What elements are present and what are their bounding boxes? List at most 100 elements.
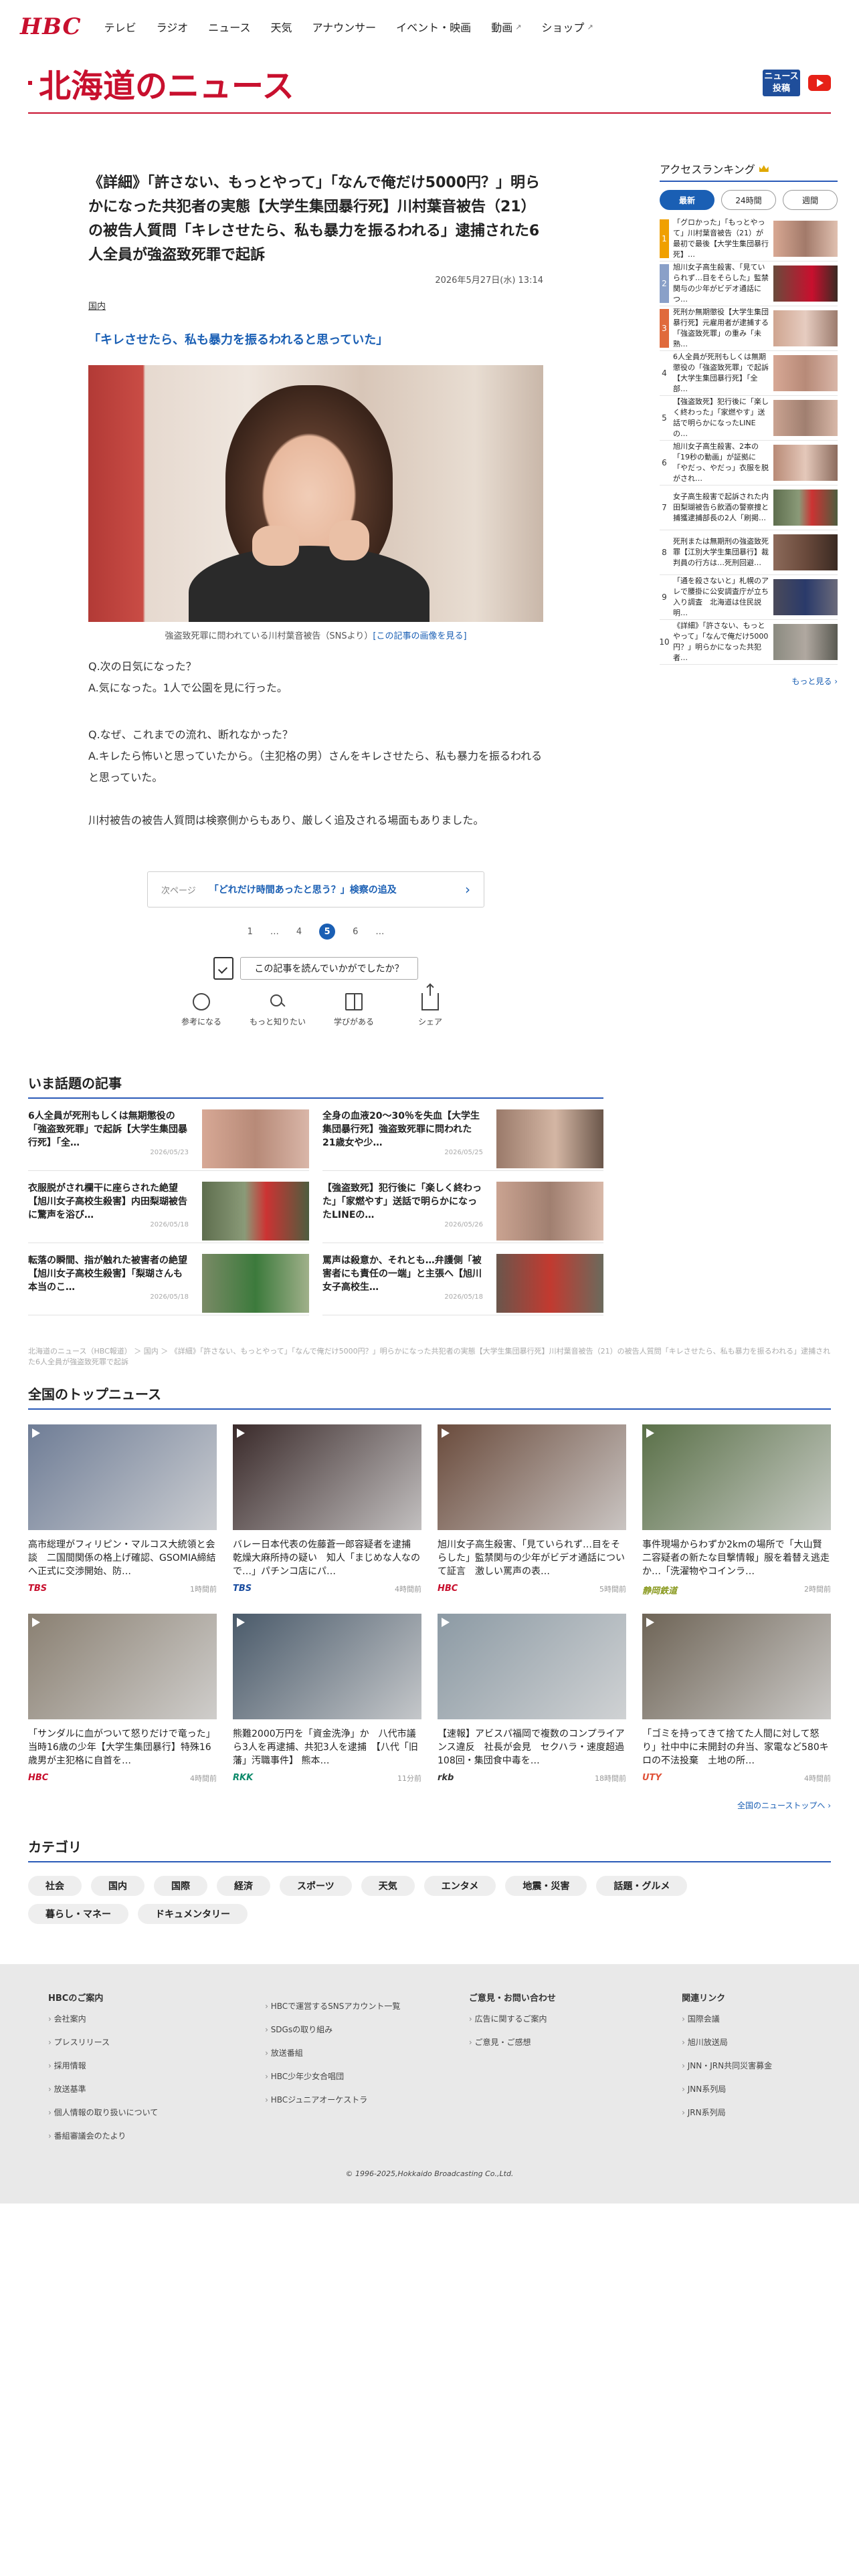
trending-item[interactable]: 6人全員が死刑もしくは無期懲役の「強盗致死罪」で起訴【大学生集団暴行死】「全… 2… bbox=[28, 1099, 309, 1171]
youtube-icon[interactable] bbox=[808, 75, 831, 91]
next-page-button[interactable]: 次ページ 「どれだけ時間あったと思う？」検察の追及 › bbox=[147, 871, 484, 907]
lightbulb-icon bbox=[193, 993, 210, 1010]
footer-link[interactable]: SDGsの取り組み bbox=[265, 2024, 469, 2035]
ranking-item[interactable]: 1 「グロかった」「もっとやって」川村葉音被告（21）が最初で最後【大学生集団暴行… bbox=[660, 217, 838, 261]
category-chip[interactable]: 天気 bbox=[361, 1876, 415, 1896]
page-header: 北海道のニュース ニュース投稿 bbox=[28, 53, 831, 114]
footer-link[interactable]: JRN系列局 bbox=[682, 2107, 811, 2118]
ranking-item[interactable]: 9 「通を殺さないと」札幌のアレで腰掛に公安調査庁が立ち入り調査 北海道は住民説明… bbox=[660, 575, 838, 620]
publish-date: 2026年5月27日(水) 13:14 bbox=[435, 276, 543, 286]
footer-link[interactable]: HBCで運営するSNSアカウント一覧 bbox=[265, 2000, 469, 2012]
trending-item[interactable]: 衣服脱がされ欄干に座らされた絶望【旭川女子高校生殺害】内田梨瑚被告に驚声を浴び…… bbox=[28, 1171, 309, 1243]
news-card[interactable]: 旭川女子高生殺害、「見ていられず…目をそらした」監禁関与の少年がビデオ通話につい… bbox=[438, 1424, 626, 1596]
page-link[interactable]: 1 bbox=[248, 927, 253, 937]
category-chip[interactable]: 地震・災害 bbox=[505, 1876, 587, 1896]
trending-item[interactable]: 転落の瞬間、指が触れた被害者の絶望【旭川女子高校生殺害】「梨瑚さんも本当のこ… 2… bbox=[28, 1243, 309, 1315]
ranking-item[interactable]: 5 【強盗致死】犯行後に「楽しく終わった」「家燃やす」送話で明らかになったLINE… bbox=[660, 396, 838, 441]
trending-item[interactable]: 全身の血液20～30％を失血【大学生集団暴行死】強盗致死罪に問われた21歳女や少… bbox=[322, 1099, 603, 1171]
reaction-learn-button[interactable]: 学びがある bbox=[326, 993, 382, 1027]
category-list: 社会 国内 国際 経済 スポーツ 天気 エンタメ 地震・災害 話題・グルメ暮らし・マネー ドキュメ… bbox=[28, 1876, 697, 1924]
ranking-item[interactable]: 6 旭川女子高生殺害、2本の「19秒の動画」が証拠に「やだっ、やだっ」衣服を脱がさ… bbox=[660, 441, 838, 486]
news-card[interactable]: 高市総理がフィリピン・マルコス大統領と会談 二国間関係の格上げ確認、GSOMIA… bbox=[28, 1424, 217, 1596]
nav-item-video[interactable]: 動画 ↗ bbox=[491, 19, 521, 35]
footer-link[interactable]: 広告に関するご案内 bbox=[469, 2013, 682, 2024]
ranking-item[interactable]: 8 死刑または無期刑の強盗致死罪【江別大学生集団暴行】裁判員の行方は…死刑回避… bbox=[660, 530, 838, 575]
news-card[interactable]: 「サンダルに血がついて怒りだけで竜った」当時16歳の少年【大学生集団暴行】特殊1… bbox=[28, 1614, 217, 1784]
category-chip[interactable]: 国内 bbox=[91, 1876, 145, 1896]
news-card[interactable]: 【速報】アビスパ福岡で複数のコンプライアンス違反 社長が会見 セクハラ・速度超過… bbox=[438, 1614, 626, 1784]
trending-item[interactable]: 罵声は殺意か、それとも…弁護側「被害者にも責任の一端」と主張へ【旭川女子高校生…… bbox=[322, 1243, 603, 1315]
view-images-link[interactable]: [この記事の画像を見る] bbox=[373, 631, 466, 641]
news-card-meta: RKK 11分前 bbox=[233, 1773, 421, 1784]
footer-link[interactable]: HBCジュニアオーケストラ bbox=[265, 2094, 469, 2105]
category-chip[interactable]: 経済 bbox=[217, 1876, 270, 1896]
footer-link[interactable]: JNN系列局 bbox=[682, 2083, 811, 2095]
nav-item-shop[interactable]: ショップ ↗ bbox=[541, 19, 593, 35]
footer-link[interactable]: HBC少年少女合唱団 bbox=[265, 2070, 469, 2082]
nav-item-announcer[interactable]: アナウンサー bbox=[312, 19, 376, 35]
footer-link[interactable]: 旭川放送局 bbox=[682, 2036, 811, 2048]
footer-link[interactable]: 番組審議会のたより bbox=[48, 2130, 265, 2141]
footer-link[interactable]: 個人情報の取り扱いについて bbox=[48, 2107, 265, 2118]
nav-item-news[interactable]: ニュース bbox=[208, 19, 250, 35]
nav-item-weather[interactable]: 天気 bbox=[270, 19, 292, 35]
news-submit-button[interactable]: ニュース投稿 bbox=[763, 70, 800, 96]
national-more-link[interactable]: 全国のニューストップへ › bbox=[28, 1800, 831, 1811]
ranking-item[interactable]: 10 《詳細》「許さない、もっとやって」「なんで俺だけ5000円？」明らかになった… bbox=[659, 620, 838, 665]
news-card[interactable]: 事件現場からわずか2kmの場所で「大山賢二容疑者の新たな目撃情報」服を着替え逃走… bbox=[642, 1424, 831, 1596]
reaction-helpful-button[interactable]: 参考になる bbox=[173, 993, 229, 1027]
page-ellipsis: … bbox=[375, 926, 385, 937]
category-chip[interactable]: 暮らし・マネー bbox=[28, 1904, 128, 1924]
category-chip[interactable]: ドキュメンタリー bbox=[138, 1904, 248, 1924]
tab-weekly[interactable]: 週間 bbox=[783, 190, 838, 210]
category-chip[interactable]: 話題・グルメ bbox=[596, 1876, 688, 1896]
article-category[interactable]: 国内 bbox=[88, 299, 543, 312]
tab-24h[interactable]: 24時間 bbox=[721, 190, 776, 210]
footer-link[interactable]: プレスリリース bbox=[48, 2036, 265, 2048]
site-title[interactable]: 北海道のニュース bbox=[28, 60, 294, 106]
footer-link[interactable]: ご意見・ご感想 bbox=[469, 2036, 682, 2048]
news-source: UTY bbox=[642, 1773, 662, 1783]
footer-link[interactable]: 会社案内 bbox=[48, 2013, 265, 2024]
footer-link[interactable]: 国際会議 bbox=[682, 2013, 811, 2024]
category-chip[interactable]: 国際 bbox=[154, 1876, 207, 1896]
article-subheading: 「キレさせたら、私も暴力を振るわれると思っていた」 bbox=[88, 333, 389, 347]
nav-item-events[interactable]: イベント・映画 bbox=[396, 19, 471, 35]
hbc-logo[interactable]: HBC bbox=[20, 13, 82, 40]
category-chip[interactable]: 社会 bbox=[28, 1876, 82, 1896]
ranking-item[interactable]: 4 6人全員が死刑もしくは無期懲役の「強盗致死罪」で起訴【大学生集団暴行死】「全部… bbox=[660, 351, 838, 396]
footer-link[interactable]: 放送番組 bbox=[265, 2047, 469, 2058]
tab-latest[interactable]: 最新 bbox=[660, 190, 714, 210]
ranking-item-title: 《詳細》「許さない、もっとやって」「なんで俺だけ5000円？」明らかになった共犯… bbox=[673, 621, 769, 662]
footer-link[interactable]: JNN・JRN共同災害募金 bbox=[682, 2060, 811, 2071]
ranking-item[interactable]: 3 死刑か無期懲役【大学生集団暴行死】元雇用者が逮捕する「強盗致死罪」の重み「未熟… bbox=[660, 306, 838, 351]
ranking-more-link[interactable]: もっと見る › bbox=[660, 675, 838, 687]
page-link[interactable]: 4 bbox=[296, 927, 302, 937]
article-title: 《詳細》「許さない、もっとやって」「なんで俺だけ5000円？」明らかになった共犯… bbox=[88, 175, 541, 263]
page-link-current[interactable]: 5 bbox=[319, 924, 336, 940]
nav-item-radio[interactable]: ラジオ bbox=[157, 19, 189, 35]
site-title-text: 北海道のニュース bbox=[39, 68, 294, 105]
more-label: もっと見る bbox=[791, 677, 832, 686]
reaction-more-button[interactable]: もっと知りたい bbox=[250, 993, 306, 1027]
category-chip[interactable]: スポーツ bbox=[280, 1876, 352, 1896]
ranking-item[interactable]: 2 旭川女子高生殺害、「見ていられず…目をそらした」監禁関与の少年がビデオ通話につ… bbox=[660, 261, 838, 306]
news-thumbnail bbox=[642, 1424, 831, 1530]
share-button[interactable]: シェア bbox=[402, 985, 458, 1027]
nav-item-tv[interactable]: テレビ bbox=[104, 19, 136, 35]
category-chip[interactable]: エンタメ bbox=[423, 1876, 496, 1896]
photo-subject-hand bbox=[252, 526, 299, 566]
footer-link[interactable]: 採用情報 bbox=[48, 2060, 265, 2071]
ranking-item[interactable]: 7 女子高生殺害で起訴された内田梨瑚被告ら飲酒の警察捜と捕獲逮捕部長の2人「刷掲… bbox=[660, 486, 838, 530]
news-card[interactable]: バレー日本代表の佐藤蒼一郎容疑者を逮捕 乾燥大麻所持の疑い 知人「まじめな人なの… bbox=[233, 1424, 421, 1596]
news-card[interactable]: 「ゴミを持ってきて捨てた人間に対して怒り」社中中に未開封の弁当、家電など580キ… bbox=[642, 1614, 831, 1784]
news-thumbnail bbox=[233, 1614, 421, 1719]
page-link[interactable]: 6 bbox=[353, 927, 358, 937]
play-icon bbox=[32, 1428, 40, 1438]
breadcrumb[interactable]: 北海道のニュース（HBC報道） ＞ 国内 ＞ 《詳細》「許さない、もっとやって」… bbox=[28, 1346, 831, 1368]
trending-item-text: 転落の瞬間、指が触れた被害者の絶望【旭川女子高校生殺害】「梨瑚さんも本当のこ… bbox=[28, 1255, 187, 1293]
article-photo[interactable] bbox=[88, 365, 543, 622]
footer-link[interactable]: 放送基準 bbox=[48, 2083, 265, 2095]
news-card[interactable]: 熊難2000万円を「資金洗浄」か 八代市議ら3人を再逮捕、共犯3人を逮捕 【八代… bbox=[233, 1614, 421, 1784]
trending-item[interactable]: 【強盗致死】犯行後に「楽しく終わった」「家燃やす」送話で明らかになったLINEの… bbox=[322, 1171, 603, 1243]
